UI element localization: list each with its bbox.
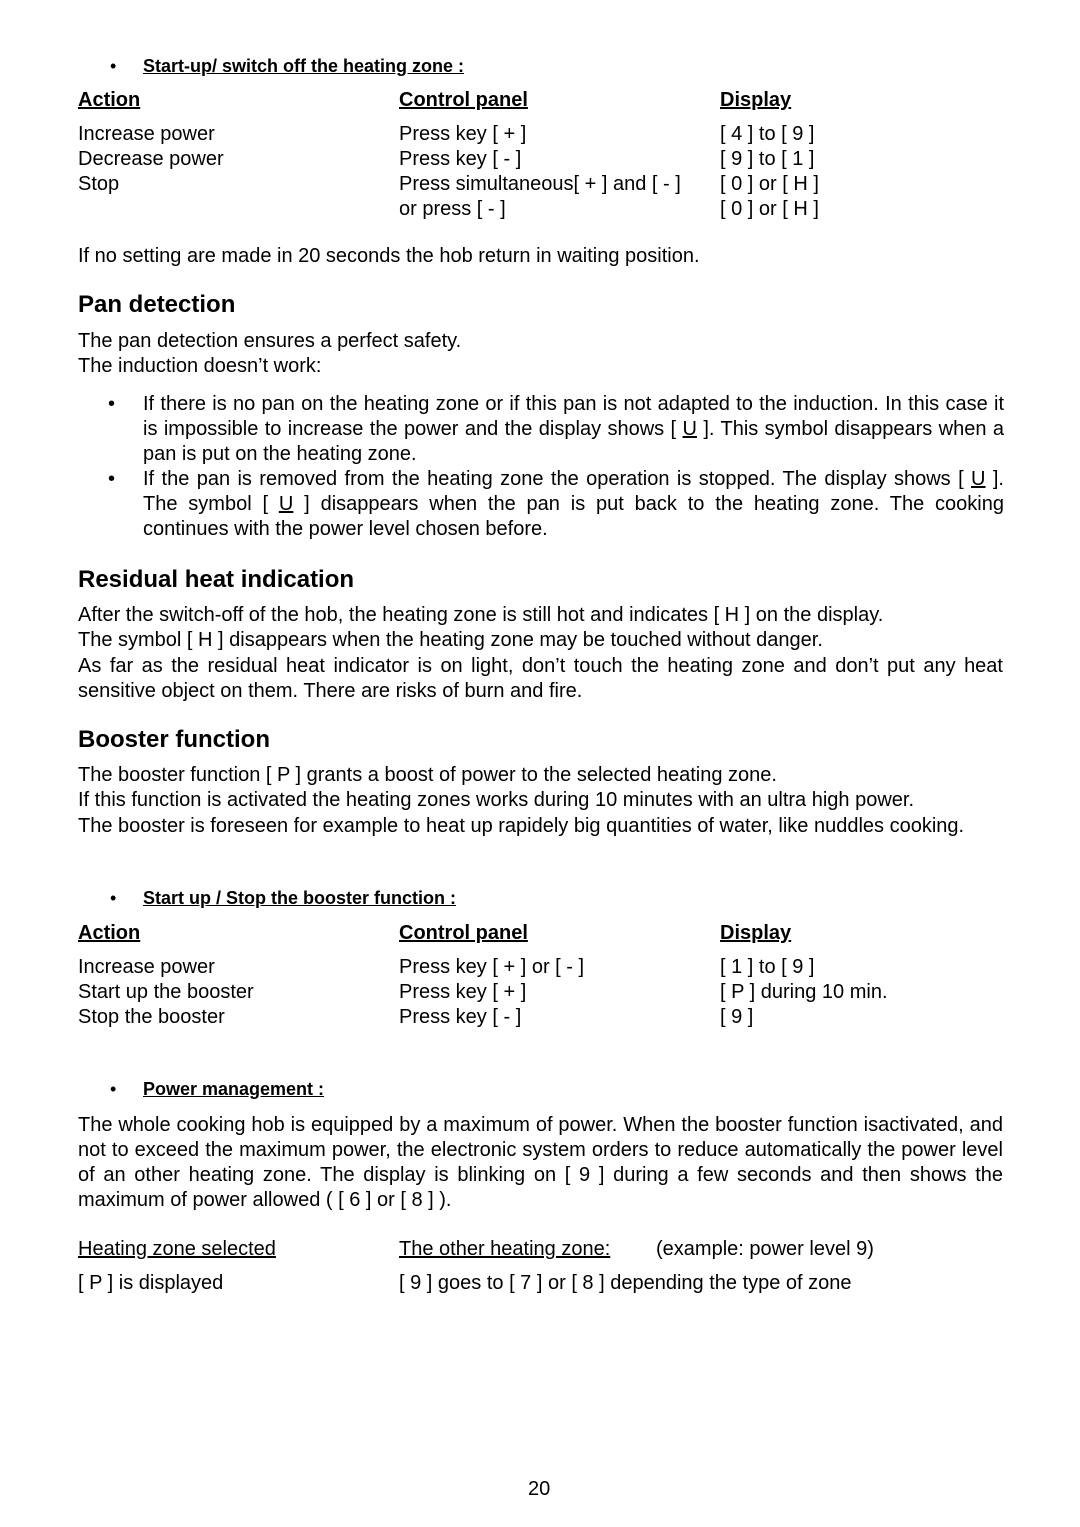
- display-cell: [ 9 ]: [720, 1006, 754, 1028]
- bullet: •: [108, 393, 116, 415]
- display-cell: [ 1 ] to [ 9 ]: [720, 956, 815, 978]
- page-number: 20: [528, 1478, 551, 1500]
- action-cell: Stop: [78, 173, 120, 195]
- display-cell: [ 0 ] or [ H ]: [720, 198, 819, 220]
- bullet: •: [110, 56, 117, 76]
- booster-heading: Booster function: [78, 726, 270, 753]
- booster-line: The booster function [ P ] grants a boos…: [78, 764, 777, 786]
- action-cell: Start up the booster: [78, 981, 254, 1003]
- other-heating-zone-value: [ 9 ] goes to [ 7 ] or [ 8 ] depending t…: [399, 1272, 852, 1294]
- control-cell: Press key [ - ]: [399, 1006, 522, 1028]
- control-cell: Press simultaneous[ + ] and [ - ]: [399, 173, 681, 195]
- pan-detection-line: The induction doesn’t work:: [78, 355, 322, 377]
- pan-detection-bullets: • If there is no pan on the heating zone…: [108, 392, 1004, 542]
- action-cell: Increase power: [78, 123, 215, 145]
- column-header-control-panel: Control panel: [399, 922, 528, 944]
- column-header-display: Display: [720, 922, 792, 944]
- text: If the pan is removed from the heating z…: [143, 468, 972, 490]
- pan-detection-heading: Pan detection: [78, 291, 236, 318]
- display-cell: [ P ] during 10 min.: [720, 981, 888, 1003]
- booster-subheading: Start up / Stop the booster function :: [143, 888, 456, 908]
- residual-heat-heading: Residual heat indication: [78, 566, 355, 593]
- residual-heat-line: The symbol [ H ] disappears when the hea…: [78, 629, 823, 651]
- display-cell: [ 0 ] or [ H ]: [720, 173, 819, 195]
- symbol-u: U: [278, 493, 294, 515]
- booster-line: The booster is foreseen for example to h…: [78, 815, 965, 837]
- control-cell: or press [ - ]: [399, 198, 506, 220]
- residual-heat-line: After the switch-off of the hob, the hea…: [78, 604, 884, 626]
- heating-zone-selected-value: [ P ] is displayed: [78, 1272, 224, 1294]
- display-cell: [ 9 ] to [ 1 ]: [720, 148, 815, 170]
- waiting-note: If no setting are made in 20 seconds the…: [78, 245, 700, 267]
- booster-line: If this function is activated the heatin…: [78, 789, 915, 811]
- symbol-u: U: [971, 468, 986, 490]
- column-header-action: Action: [78, 89, 141, 111]
- other-heating-zone-header: The other heating zone:: [399, 1238, 611, 1260]
- action-cell: Stop the booster: [78, 1006, 225, 1028]
- power-management-text: The whole cooking hob is equipped by a m…: [78, 1114, 1003, 1211]
- control-cell: Press key [ + ]: [399, 123, 527, 145]
- action-cell: Increase power: [78, 956, 215, 978]
- bullet: •: [110, 1079, 117, 1099]
- heating-zone-selected-header: Heating zone selected: [78, 1238, 276, 1260]
- bullet: •: [110, 888, 117, 908]
- display-cell: [ 4 ] to [ 9 ]: [720, 123, 815, 145]
- action-cell: Decrease power: [78, 148, 224, 170]
- list-item: • If the pan is removed from the heating…: [108, 467, 1004, 542]
- example-note: (example: power level 9): [656, 1238, 874, 1260]
- residual-heat-line: As far as the residual heat indicator is…: [78, 655, 1003, 702]
- control-cell: Press key [ - ]: [399, 148, 522, 170]
- startup-subheading: Start-up/ switch off the heating zone :: [143, 56, 464, 76]
- symbol-u: U: [682, 418, 697, 440]
- column-header-display: Display: [720, 89, 792, 111]
- column-header-action: Action: [78, 922, 141, 944]
- control-cell: Press key [ + ]: [399, 981, 527, 1003]
- bullet: •: [108, 468, 116, 490]
- control-cell: Press key [ + ] or [ - ]: [399, 956, 585, 978]
- column-header-control-panel: Control panel: [399, 89, 528, 111]
- list-item: • If there is no pan on the heating zone…: [108, 392, 1004, 467]
- pan-detection-line: The pan detection ensures a perfect safe…: [78, 330, 462, 352]
- power-management-subheading: Power management :: [143, 1079, 325, 1099]
